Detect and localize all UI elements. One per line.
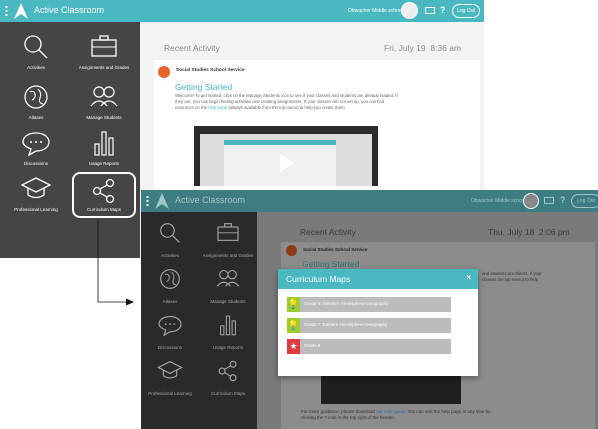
play-icon[interactable] (280, 154, 294, 172)
organization-name: Social Studies School Service (176, 68, 245, 73)
sidebar-item-label: Usage Reports (212, 345, 243, 350)
organization-logo (286, 245, 297, 256)
sidebar-item-assignments[interactable]: Assignments and Grades (199, 218, 257, 262)
lightbulb-icon: 💡 (287, 318, 300, 333)
sidebar-item-label: Discussions (23, 161, 48, 166)
graduation-cap-icon (21, 177, 51, 199)
recent-activity-heading: Recent Activity (300, 227, 356, 237)
sidebar: Activities Assignments and Grades Atlase… (141, 212, 257, 429)
briefcase-icon (91, 35, 117, 57)
sidebar-item-discussions[interactable]: Discussions (141, 310, 199, 354)
activity-date: Fri, July 19 8:36 am (384, 43, 462, 53)
sidebar-item-label: Curriculum Maps (86, 207, 121, 212)
school-name: Ottwacher Middle school (471, 198, 526, 204)
sidebar-item-manage-students[interactable]: Manage Students (199, 264, 257, 308)
sidebar: Activities Assignments and Grades Atlase… (0, 22, 140, 258)
modal-header: Curriculum Maps × (278, 269, 478, 289)
users-icon (216, 269, 240, 287)
logout-button[interactable]: Log Out (452, 4, 480, 18)
help-icon[interactable]: ? (560, 195, 566, 205)
curriculum-map-item[interactable]: 💡 Grade 6: Western Hemisphere Geography (287, 297, 451, 312)
magnifier-icon (160, 223, 180, 243)
map-item-label: Grade 6: Western Hemisphere Geography (304, 301, 389, 306)
users-icon (90, 86, 118, 107)
sidebar-item-atlases[interactable]: Atlases (141, 264, 199, 308)
sidebar-item-label: Assignments and Grades (202, 253, 254, 258)
sidebar-item-professional-learning[interactable]: Professional Learning (141, 356, 199, 400)
curriculum-map-item[interactable]: 💡 Grade 7: Eastern Hemisphere Geography (287, 318, 451, 333)
speech-bubble-icon (22, 132, 50, 156)
app-title: Active Classroom (34, 5, 105, 15)
organization-name: Social Studies School Service (303, 247, 368, 252)
sidebar-item-discussions[interactable]: Discussions (2, 126, 70, 170)
sidebar-item-label: Activities (161, 253, 179, 258)
sidebar-item-curriculum-maps[interactable]: Curriculum Maps (72, 172, 136, 218)
menu-dots-icon[interactable] (146, 195, 149, 207)
top-bar: Active Classroom Ottwacher Middle school… (141, 190, 598, 212)
modal-title: Curriculum Maps (286, 274, 351, 284)
briefcase-icon (217, 223, 239, 241)
mail-icon[interactable] (425, 7, 435, 14)
bar-chart-icon (220, 315, 236, 336)
sidebar-item-activities[interactable]: Activities (141, 218, 199, 262)
globe-icon (160, 269, 180, 289)
globe-icon (24, 85, 48, 109)
magnifier-icon (24, 35, 48, 59)
sidebar-item-label: Discussions (157, 345, 182, 350)
share-nodes-icon (92, 178, 115, 204)
sidebar-item-label: Manage Students (86, 115, 122, 120)
sidebar-item-assignments[interactable]: Assignments and Grades (70, 30, 138, 74)
sidebar-item-label: Atlases (162, 299, 178, 304)
curriculum-maps-modal: Curriculum Maps × 💡 Grade 6: Western Hem… (278, 269, 478, 376)
logout-button[interactable]: Log Out (571, 194, 598, 208)
share-nodes-icon (218, 360, 237, 382)
sidebar-item-curriculum-maps[interactable]: Curriculum Maps (199, 356, 257, 400)
sidebar-item-label: Professional Learning (14, 207, 58, 212)
sidebar-item-atlases[interactable]: Atlases (2, 80, 70, 124)
top-bar: Active Classroom Ottwacher Middle school… (0, 0, 484, 22)
help-icon[interactable]: ? (440, 5, 446, 15)
menu-dots-icon[interactable] (5, 5, 8, 17)
sidebar-item-professional-learning[interactable]: Professional Learning (2, 172, 70, 216)
sidebar-item-label: Manage Students (210, 299, 246, 304)
sidebar-item-manage-students[interactable]: Manage Students (70, 80, 138, 124)
sidebar-item-label: Professional Learning (148, 391, 192, 396)
map-item-label: Grade 8 (304, 343, 321, 348)
avatar[interactable] (523, 193, 539, 209)
sidebar-item-label: Activities (27, 65, 45, 70)
close-icon[interactable]: × (466, 273, 471, 282)
lightbulb-icon: 💡 (287, 297, 300, 312)
sidebar-item-label: Usage Reports (88, 161, 119, 166)
graduation-cap-icon (157, 361, 183, 379)
star-icon: ★ (287, 339, 300, 354)
user-guide-link[interactable]: our user guide (376, 409, 405, 414)
card-body: and students are clients. If your classe… (482, 271, 542, 282)
sidebar-item-label: Curriculum Maps (210, 391, 245, 396)
sidebar-item-usage-reports[interactable]: Usage Reports (70, 126, 138, 170)
recent-activity-heading: Recent Activity (164, 43, 220, 53)
help-page-link[interactable]: help page (208, 105, 227, 110)
user-guide-note: For more guidance, please download our u… (301, 409, 491, 421)
bar-chart-icon (94, 131, 114, 156)
app-logo-icon (155, 193, 169, 209)
sidebar-item-activities[interactable]: Activities (2, 30, 70, 74)
curriculum-map-item[interactable]: ★ Grade 8 (287, 339, 451, 354)
activity-date: Thu, July 18 2:06 pm (488, 227, 570, 237)
mail-icon[interactable] (544, 197, 554, 204)
screenshot-after: Active Classroom Ottwacher Middle school… (141, 190, 598, 429)
card-body: Welcome! To get started, click on the Ma… (175, 93, 398, 110)
sidebar-item-label: Assignments and Grades (78, 65, 130, 70)
sidebar-item-label: Atlases (28, 115, 44, 120)
organization-logo (158, 66, 170, 78)
school-name: Ottwacher Middle school (348, 8, 403, 14)
app-logo-icon (14, 3, 28, 19)
card-title: Getting Started (302, 259, 360, 269)
tutorial-video[interactable] (194, 126, 378, 186)
card-title: Getting Started (175, 82, 233, 92)
app-title: Active Classroom (175, 195, 246, 205)
speech-bubble-icon (158, 315, 182, 336)
sidebar-item-usage-reports[interactable]: Usage Reports (199, 310, 257, 354)
avatar[interactable] (401, 2, 418, 19)
map-item-label: Grade 7: Eastern Hemisphere Geography (304, 322, 388, 327)
